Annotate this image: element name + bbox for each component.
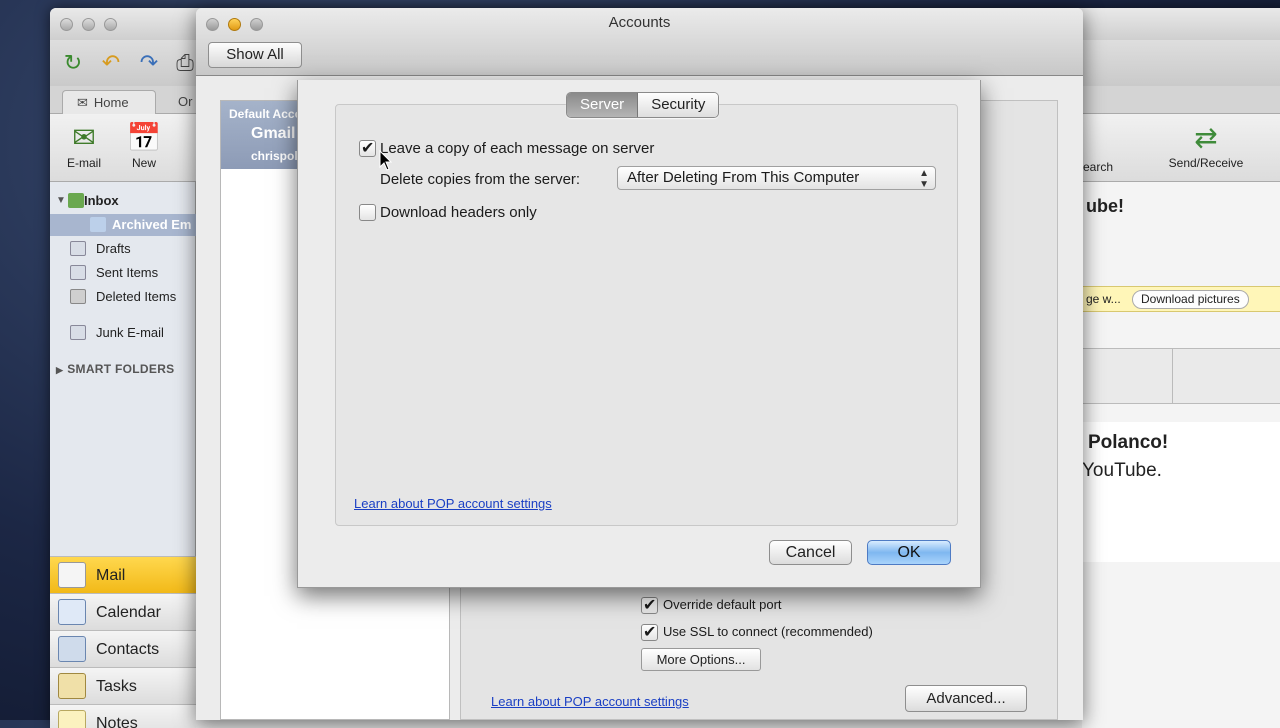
picture-warning-text: ge w...: [1086, 292, 1121, 306]
message-greeting: Polanco!: [1088, 432, 1169, 453]
message-header-area: [1082, 348, 1280, 404]
window-title: Accounts: [608, 14, 671, 31]
folder-sent[interactable]: Sent Items: [50, 262, 196, 284]
tasks-icon: [58, 673, 86, 699]
delete-copies-value: After Deleting From This Computer: [627, 169, 860, 186]
folder-deleted[interactable]: Deleted Items: [50, 286, 196, 308]
undo-icon[interactable]: ↶: [96, 48, 126, 78]
delete-copies-select[interactable]: After Deleting From This Computer ▲ ▼: [617, 166, 936, 190]
redo-icon[interactable]: ↷: [134, 48, 164, 78]
updown-arrows-icon: ▲ ▼: [919, 168, 929, 190]
send-receive-button[interactable]: ⇄ Send/Receive: [1166, 120, 1246, 170]
new-item-label: New: [131, 156, 156, 170]
new-email-label: E-mail: [66, 156, 101, 170]
nav-calendar[interactable]: Calendar: [50, 593, 196, 630]
new-email-button[interactable]: ✉ E-mail: [56, 120, 112, 170]
folder-drafts[interactable]: Drafts: [50, 238, 196, 260]
folder-sent-label: Sent Items: [96, 265, 159, 280]
folder-archived[interactable]: Archived Em: [50, 214, 196, 236]
delete-copies-label: Delete copies from the server:: [380, 171, 581, 188]
disclosure-right-icon: ▶: [56, 365, 64, 375]
smart-folders-header[interactable]: ▶ SMART FOLDERS: [56, 362, 174, 376]
account-name: Gmail: [251, 125, 296, 142]
learn-pop-settings-link[interactable]: Learn about POP account settings: [354, 496, 552, 511]
contacts-icon: [58, 636, 86, 662]
ok-button[interactable]: OK: [867, 540, 951, 565]
nav-contacts[interactable]: Contacts: [50, 630, 196, 667]
folder-sidebar: ▼ Inbox Archived Em Drafts Sent Items De…: [50, 182, 196, 728]
close-window-button[interactable]: [60, 18, 73, 31]
folder-drafts-label: Drafts: [96, 241, 131, 256]
header-divider: [1172, 349, 1173, 403]
cancel-button[interactable]: Cancel: [769, 540, 852, 565]
minimize-window-button[interactable]: [82, 18, 95, 31]
sent-icon: [70, 265, 86, 280]
use-ssl-checkbox[interactable]: [641, 622, 658, 642]
nav-calendar-label: Calendar: [96, 604, 161, 621]
folder-inbox-label: Inbox: [84, 193, 119, 208]
disclosure-triangle-icon[interactable]: ▼: [56, 190, 66, 212]
leave-copy-label[interactable]: Leave a copy of each message on server: [380, 140, 654, 157]
tab-organize[interactable]: Or: [178, 94, 192, 109]
use-ssl-label: Use SSL to connect (recommended): [663, 624, 873, 639]
nav-notes-label: Notes: [96, 715, 138, 728]
sync-icon[interactable]: ↻: [58, 48, 88, 78]
drafts-icon: [70, 241, 86, 256]
nav-tasks[interactable]: Tasks: [50, 667, 196, 704]
nav-mail-label: Mail: [96, 567, 126, 584]
nav-mail[interactable]: Mail: [50, 556, 196, 593]
override-port-checkbox[interactable]: [641, 595, 658, 615]
smart-folders-label: SMART FOLDERS: [67, 362, 175, 376]
reading-pane: ube! ge w... Download pictures Polanco! …: [1082, 182, 1280, 728]
trash-icon: [70, 289, 86, 304]
tab-home[interactable]: ✉ Home: [62, 90, 156, 114]
new-item-icon: 📅: [126, 122, 162, 153]
mouse-pointer-icon: [379, 150, 393, 171]
folder-inbox[interactable]: ▼ Inbox: [50, 190, 196, 212]
new-item-button[interactable]: 📅 New: [116, 120, 172, 170]
folder-icon: [90, 217, 106, 232]
send-receive-label: Send/Receive: [1168, 156, 1244, 170]
notes-icon: [58, 710, 86, 728]
folder-archived-label: Archived Em: [112, 217, 192, 232]
nav-contacts-label: Contacts: [96, 641, 160, 658]
nav-tasks-label: Tasks: [96, 678, 137, 695]
leave-copy-checkbox[interactable]: [359, 138, 376, 158]
message-heading: ube!: [1086, 196, 1124, 216]
account-address: chrispol: [251, 149, 298, 163]
envelope-icon: ✉: [77, 95, 88, 110]
more-options-button[interactable]: More Options...: [641, 648, 761, 671]
tab-server[interactable]: Server: [567, 93, 639, 117]
download-headers-checkbox[interactable]: [359, 204, 376, 221]
message-body: Polanco! YouTube.: [1082, 422, 1280, 562]
nav-notes[interactable]: Notes: [50, 704, 196, 728]
mail-icon: [58, 562, 86, 588]
learn-pop-settings-link[interactable]: Learn about POP account settings: [491, 694, 689, 709]
folder-junk-label: Junk E-mail: [96, 325, 164, 340]
zoom-window-button[interactable]: [104, 18, 117, 31]
calendar-icon: [58, 599, 86, 625]
advanced-button[interactable]: Advanced...: [905, 685, 1027, 712]
download-pictures-button[interactable]: Download pictures: [1132, 290, 1249, 309]
accounts-titlebar: Accounts Show All: [196, 8, 1083, 76]
folder-junk[interactable]: Junk E-mail: [50, 322, 196, 344]
show-all-button[interactable]: Show All: [208, 42, 302, 68]
picture-warning-bar: ge w... Download pictures: [1082, 286, 1280, 312]
send-receive-icon: ⇄: [1194, 122, 1218, 153]
inbox-icon: [68, 193, 84, 208]
tab-home-label: Home: [93, 95, 129, 110]
advanced-settings-sheet: Server Security Leave a copy of each mes…: [297, 80, 981, 588]
override-port-label: Override default port: [663, 597, 782, 612]
folder-deleted-label: Deleted Items: [96, 289, 177, 304]
junk-icon: [70, 325, 86, 340]
message-body-text: YouTube.: [1082, 460, 1162, 481]
sheet-tab-bar: Server Security: [566, 92, 720, 118]
download-headers-label[interactable]: Download headers only: [380, 204, 537, 221]
tab-security[interactable]: Security: [638, 93, 719, 117]
new-email-icon: ✉: [72, 122, 96, 153]
